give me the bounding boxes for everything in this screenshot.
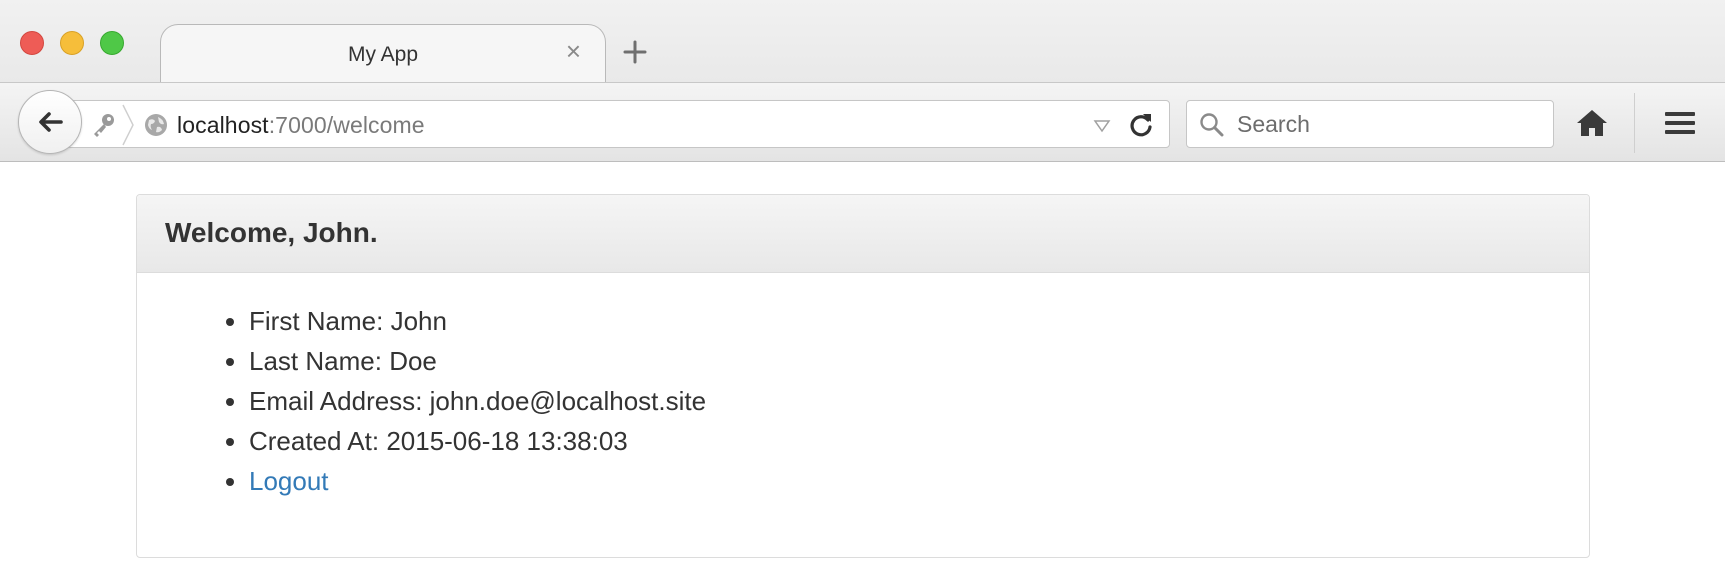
url-path: :7000/welcome — [268, 112, 425, 138]
detail-last-name: Last Name: Doe — [249, 341, 1589, 381]
tab-strip: My App × — [0, 0, 1725, 84]
detail-value: 2015-06-18 13:38:03 — [386, 426, 628, 456]
back-button[interactable] — [18, 90, 82, 154]
tab-my-app[interactable]: My App × — [160, 24, 606, 84]
menu-icon[interactable] — [1662, 105, 1698, 141]
window-maximize-button[interactable] — [100, 31, 124, 55]
search-input[interactable] — [1237, 101, 1537, 147]
browser-window: My App × localhost:7000/welcome Search W… — [0, 0, 1725, 567]
dropdown-triangle-icon[interactable] — [1093, 119, 1111, 133]
tab-close-icon[interactable]: × — [566, 38, 581, 64]
plus-icon — [623, 40, 647, 64]
globe-icon[interactable] — [144, 113, 168, 137]
detail-created-at: Created At: 2015-06-18 13:38:03 — [249, 421, 1589, 461]
detail-label: First Name — [249, 306, 377, 336]
window-close-button[interactable] — [20, 31, 44, 55]
address-bar[interactable]: localhost:7000/welcome — [50, 100, 1170, 148]
panel-body: First Name: John Last Name: Doe Email Ad… — [137, 273, 1589, 501]
window-minimize-button[interactable] — [60, 31, 84, 55]
identity-separator-icon — [122, 104, 134, 146]
tab-title: My App — [347, 43, 419, 66]
detail-value: John — [390, 306, 447, 336]
url-host: localhost — [177, 112, 269, 138]
detail-value: john.doe@localhost.site — [429, 386, 707, 416]
panel-title: Welcome, John. — [165, 217, 378, 248]
detail-value: Doe — [389, 346, 437, 376]
url-text[interactable]: localhost:7000/welcome — [177, 112, 425, 139]
key-icon[interactable] — [89, 111, 117, 139]
panel-heading: Welcome, John. — [137, 195, 1589, 273]
new-tab-button[interactable] — [617, 34, 653, 70]
detail-first-name: First Name: John — [249, 301, 1589, 341]
reload-icon[interactable] — [1127, 111, 1155, 139]
detail-label: Created At — [249, 426, 372, 456]
logout-link[interactable]: Logout — [249, 466, 329, 496]
toolbar-divider — [1634, 93, 1635, 153]
detail-email: Email Address: john.doe@localhost.site — [249, 381, 1589, 421]
detail-label: Email Address — [249, 386, 416, 416]
back-arrow-icon — [39, 112, 63, 132]
search-icon — [1200, 113, 1224, 137]
welcome-panel: Welcome, John. First Name: John Last Nam… — [136, 194, 1590, 558]
list-item-logout: Logout — [249, 461, 1589, 501]
home-icon[interactable] — [1574, 105, 1610, 141]
search-bar[interactable] — [1186, 100, 1554, 148]
user-details-list: First Name: John Last Name: Doe Email Ad… — [249, 301, 1589, 501]
navigation-toolbar: localhost:7000/welcome — [0, 82, 1725, 162]
detail-label: Last Name — [249, 346, 375, 376]
